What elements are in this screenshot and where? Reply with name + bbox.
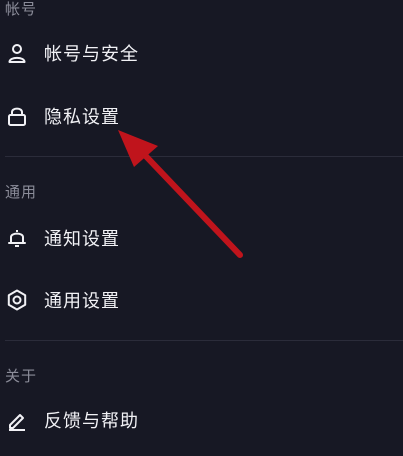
- menu-item-account-security[interactable]: 帐号与安全: [0, 25, 403, 81]
- menu-item-notification-settings[interactable]: 通知设置: [0, 210, 403, 266]
- menu-item-label: 反馈与帮助: [44, 411, 139, 432]
- settings-screen: 帐号 帐号与安全 隐私设置 通用 通知设置 通用设置 关于 反馈与帮助: [0, 0, 403, 456]
- section-header-about: 关于: [5, 367, 38, 385]
- menu-item-feedback-help[interactable]: 反馈与帮助: [0, 392, 403, 448]
- section-divider: [5, 340, 403, 341]
- lock-icon: [6, 105, 28, 127]
- bell-icon: [6, 227, 28, 249]
- menu-item-label: 通知设置: [44, 229, 120, 250]
- section-divider: [5, 156, 403, 157]
- menu-item-general-settings[interactable]: 通用设置: [0, 272, 403, 328]
- menu-item-privacy-settings[interactable]: 隐私设置: [0, 88, 403, 144]
- gear-icon: [6, 289, 28, 311]
- section-header-general: 通用: [5, 183, 38, 201]
- menu-item-label: 隐私设置: [44, 107, 120, 128]
- person-icon: [6, 42, 28, 64]
- menu-item-label: 通用设置: [44, 291, 120, 312]
- section-header-account: 帐号: [5, 0, 38, 18]
- menu-item-label: 帐号与安全: [44, 44, 139, 65]
- edit-icon: [6, 409, 28, 431]
